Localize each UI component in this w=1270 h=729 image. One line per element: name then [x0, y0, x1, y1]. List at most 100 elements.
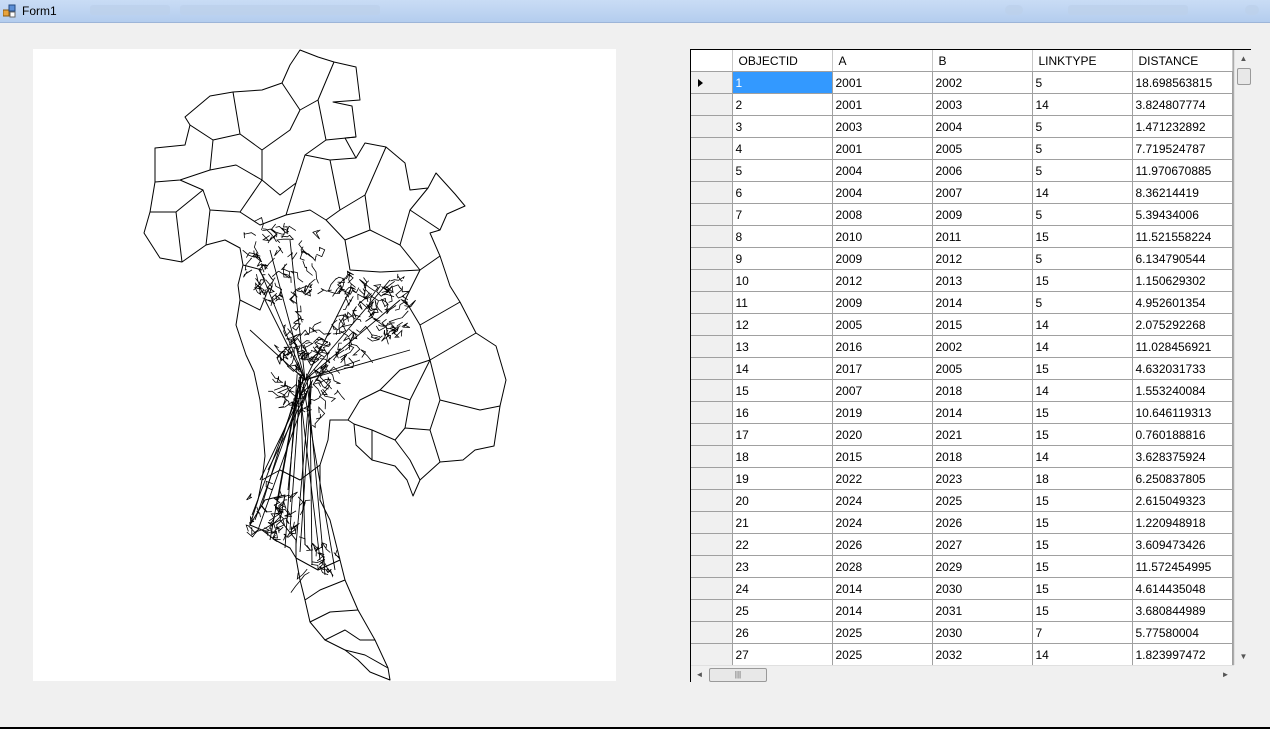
table-row[interactable]: 18 2015 2018 14 3.628375924 — [691, 445, 1233, 468]
cell-a[interactable]: 2020 — [832, 423, 933, 446]
cell-linktype[interactable]: 5 — [1032, 115, 1133, 138]
cell-distance[interactable]: 0.760188816 — [1132, 423, 1233, 446]
cell-objectid[interactable]: 11 — [732, 291, 833, 314]
cell-distance[interactable]: 3.680844989 — [1132, 599, 1233, 622]
row-header[interactable] — [691, 203, 733, 226]
cell-linktype[interactable]: 18 — [1032, 467, 1133, 490]
row-header[interactable] — [691, 269, 733, 292]
cell-b[interactable]: 2005 — [932, 137, 1033, 160]
cell-distance[interactable]: 1.553240084 — [1132, 379, 1233, 402]
row-header[interactable] — [691, 533, 733, 556]
cell-linktype[interactable]: 15 — [1032, 489, 1133, 512]
row-header[interactable] — [691, 357, 733, 380]
row-header[interactable] — [691, 643, 733, 665]
cell-objectid[interactable]: 2 — [732, 93, 833, 116]
cell-linktype[interactable]: 14 — [1032, 643, 1133, 665]
data-grid[interactable]: OBJECTID A B LINKTYPE DISTANCE 1 2001 2002… — [690, 49, 1251, 682]
cell-distance[interactable]: 11.028456921 — [1132, 335, 1233, 358]
row-header[interactable] — [691, 313, 733, 336]
cell-a[interactable]: 2008 — [832, 203, 933, 226]
cell-a[interactable]: 2007 — [832, 379, 933, 402]
cell-linktype[interactable]: 5 — [1032, 291, 1133, 314]
table-row[interactable]: 20 2024 2025 15 2.615049323 — [691, 489, 1233, 512]
cell-linktype[interactable]: 15 — [1032, 269, 1133, 292]
row-header[interactable] — [691, 335, 733, 358]
table-row[interactable]: 24 2014 2030 15 4.614435048 — [691, 577, 1233, 600]
cell-b[interactable]: 2005 — [932, 357, 1033, 380]
table-row[interactable]: 8 2010 2011 15 11.521558224 — [691, 225, 1233, 248]
table-row[interactable]: 3 2003 2004 5 1.471232892 — [691, 115, 1233, 138]
row-header[interactable] — [691, 247, 733, 270]
cell-linktype[interactable]: 15 — [1032, 423, 1133, 446]
cell-b[interactable]: 2002 — [932, 71, 1033, 94]
cell-objectid[interactable]: 9 — [732, 247, 833, 270]
table-row[interactable]: 5 2004 2006 5 11.970670885 — [691, 159, 1233, 182]
cell-b[interactable]: 2014 — [932, 401, 1033, 424]
cell-distance[interactable]: 5.77580004 — [1132, 621, 1233, 644]
cell-a[interactable]: 2024 — [832, 511, 933, 534]
cell-linktype[interactable]: 14 — [1032, 445, 1133, 468]
map-canvas[interactable] — [33, 49, 616, 681]
row-header[interactable] — [691, 577, 733, 600]
table-row[interactable]: 6 2004 2007 14 8.36214419 — [691, 181, 1233, 204]
cell-objectid[interactable]: 27 — [732, 643, 833, 665]
cell-linktype[interactable]: 7 — [1032, 621, 1133, 644]
cell-b[interactable]: 2029 — [932, 555, 1033, 578]
table-row[interactable]: 19 2022 2023 18 6.250837805 — [691, 467, 1233, 490]
cell-b[interactable]: 2015 — [932, 313, 1033, 336]
cell-a[interactable]: 2012 — [832, 269, 933, 292]
cell-a[interactable]: 2009 — [832, 247, 933, 270]
scroll-right-icon[interactable]: ► — [1217, 666, 1234, 683]
cell-b[interactable]: 2011 — [932, 225, 1033, 248]
cell-linktype[interactable]: 14 — [1032, 313, 1133, 336]
scroll-up-icon[interactable]: ▲ — [1235, 50, 1252, 67]
table-row[interactable]: 9 2009 2012 5 6.134790544 — [691, 247, 1233, 270]
cell-distance[interactable]: 11.970670885 — [1132, 159, 1233, 182]
cell-distance[interactable]: 6.250837805 — [1132, 467, 1233, 490]
cell-linktype[interactable]: 15 — [1032, 599, 1133, 622]
cell-a[interactable]: 2024 — [832, 489, 933, 512]
cell-linktype[interactable]: 15 — [1032, 511, 1133, 534]
horizontal-scrollbar[interactable]: ◄ ||| ► — [691, 665, 1234, 682]
cell-a[interactable]: 2001 — [832, 93, 933, 116]
row-header-corner[interactable] — [691, 50, 733, 72]
map-control[interactable] — [33, 49, 616, 681]
cell-linktype[interactable]: 5 — [1032, 71, 1133, 94]
cell-a[interactable]: 2001 — [832, 137, 933, 160]
cell-objectid[interactable]: 8 — [732, 225, 833, 248]
cell-b[interactable]: 2030 — [932, 577, 1033, 600]
scroll-down-icon[interactable]: ▼ — [1235, 648, 1252, 665]
column-header-a[interactable]: A — [832, 50, 933, 72]
cell-objectid[interactable]: 25 — [732, 599, 833, 622]
grid-viewport[interactable]: OBJECTID A B LINKTYPE DISTANCE 1 2001 2002… — [691, 50, 1234, 665]
row-header[interactable] — [691, 181, 733, 204]
row-header[interactable] — [691, 511, 733, 534]
cell-objectid[interactable]: 19 — [732, 467, 833, 490]
cell-distance[interactable]: 8.36214419 — [1132, 181, 1233, 204]
cell-objectid[interactable]: 6 — [732, 181, 833, 204]
cell-a[interactable]: 2014 — [832, 599, 933, 622]
cell-distance[interactable]: 3.609473426 — [1132, 533, 1233, 556]
cell-b[interactable]: 2018 — [932, 445, 1033, 468]
row-header[interactable] — [691, 225, 733, 248]
row-header[interactable] — [691, 467, 733, 490]
cell-b[interactable]: 2031 — [932, 599, 1033, 622]
cell-objectid[interactable]: 16 — [732, 401, 833, 424]
row-header[interactable] — [691, 379, 733, 402]
cell-distance[interactable]: 7.719524787 — [1132, 137, 1233, 160]
row-header[interactable] — [691, 401, 733, 424]
cell-objectid[interactable]: 17 — [732, 423, 833, 446]
cell-a[interactable]: 2014 — [832, 577, 933, 600]
cell-objectid[interactable]: 26 — [732, 621, 833, 644]
row-header[interactable] — [691, 621, 733, 644]
cell-distance[interactable]: 1.220948918 — [1132, 511, 1233, 534]
cell-a[interactable]: 2009 — [832, 291, 933, 314]
cell-objectid[interactable]: 13 — [732, 335, 833, 358]
cell-distance[interactable]: 1.823997472 — [1132, 643, 1233, 665]
row-header[interactable] — [691, 555, 733, 578]
table-row[interactable]: 21 2024 2026 15 1.220948918 — [691, 511, 1233, 534]
cell-objectid[interactable]: 7 — [732, 203, 833, 226]
cell-b[interactable]: 2009 — [932, 203, 1033, 226]
table-row[interactable]: 27 2025 2032 14 1.823997472 — [691, 643, 1233, 665]
cell-linktype[interactable]: 15 — [1032, 401, 1133, 424]
